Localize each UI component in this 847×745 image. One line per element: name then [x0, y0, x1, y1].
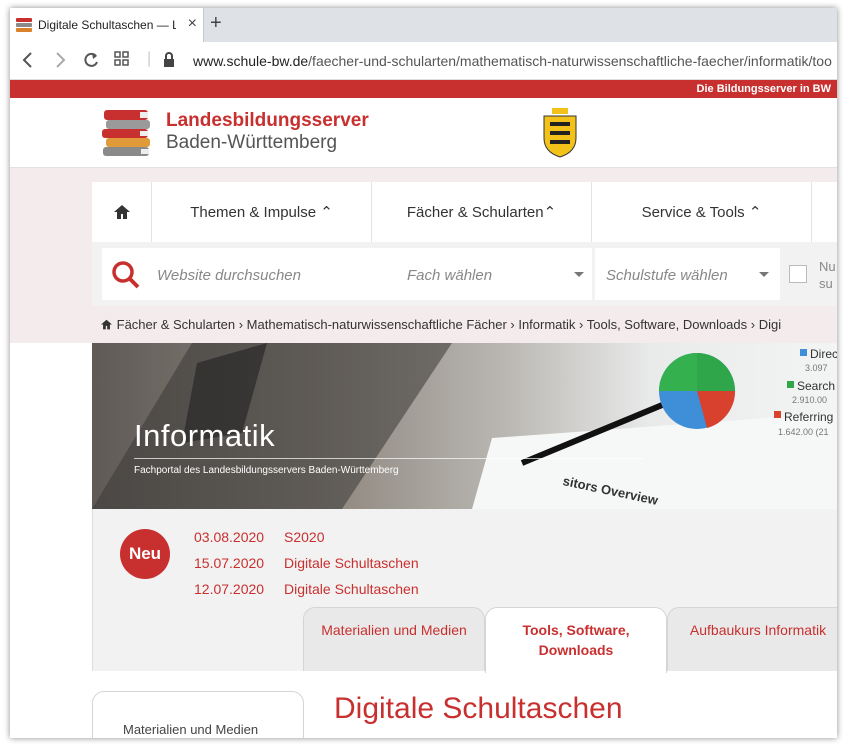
browser-tab[interactable]: Digitale Schultaschen — La ×	[10, 8, 204, 42]
hero-divider	[134, 458, 644, 459]
main-nav: Themen & Impulse ⌃ Fächer & Schularten⌃ …	[92, 182, 837, 242]
browser-window: Digitale Schultaschen — La × + | www.sch…	[10, 8, 837, 738]
back-icon[interactable]	[20, 51, 36, 72]
checkbox-label: Nu su	[819, 258, 836, 292]
checkbox-label-line1: Nu	[819, 259, 836, 274]
book-stack-icon[interactable]	[100, 108, 156, 163]
news-title[interactable]: Digitale Schultaschen	[284, 581, 419, 597]
subject-select-value: Fach wählen	[407, 267, 493, 284]
legend-value-2: 2.910.00	[792, 395, 828, 405]
news-item[interactable]: 03.08.2020 S2020	[194, 529, 324, 545]
news-item[interactable]: 15.07.2020 Digitale Schultaschen	[194, 555, 419, 571]
coat-of-arms-icon	[540, 108, 580, 163]
tab-title: Digitale Schultaschen — La	[38, 18, 176, 32]
hero-banner: Direc 3.097 Search 2.910.00 Referring 1.…	[92, 343, 837, 509]
home-icon[interactable]	[92, 182, 152, 242]
site-subtitle: Baden-Württemberg	[166, 132, 338, 153]
legend-value-3: 1.642.00 (21	[778, 427, 829, 437]
news-date: 03.08.2020	[194, 529, 265, 545]
sidebar-menu: Materialien und Medien	[92, 691, 304, 738]
nav-faecher-schularten[interactable]: Fächer & Schularten⌃	[372, 182, 592, 242]
chevron-down-icon	[574, 272, 584, 277]
hero-subtitle: Fachportal des Landesbildungsservers Bad…	[134, 465, 399, 476]
checkbox-label-line2: su	[819, 276, 833, 291]
top-strip: Die Bildungsserver in BW	[10, 80, 837, 98]
news-title[interactable]: S2020	[284, 529, 324, 545]
breadcrumb-text[interactable]: Fächer & Schularten › Mathematisch-natur…	[117, 317, 781, 332]
sidebar-item-materialien[interactable]: Materialien und Medien	[123, 722, 258, 737]
news-title[interactable]: Digitale Schultaschen	[284, 555, 419, 571]
url-path: /faecher-und-schularten/mathematisch-nat…	[308, 53, 832, 69]
apps-icon[interactable]	[114, 51, 130, 70]
new-badge: Neu	[120, 529, 170, 579]
subject-select[interactable]: Fach wählen	[398, 248, 592, 300]
legend-label-1: Direc	[810, 347, 837, 361]
url-field[interactable]: www.schule-bw.de/faecher-und-schularten/…	[193, 53, 832, 69]
favicon-book-icon	[16, 18, 32, 32]
forward-icon[interactable]	[52, 51, 68, 72]
search-icon[interactable]	[111, 260, 141, 295]
site-header: Landesbildungsserver Baden-Württemberg	[10, 98, 837, 168]
reload-icon[interactable]	[82, 51, 100, 72]
news-item[interactable]: 12.07.2020 Digitale Schultaschen	[194, 581, 419, 597]
level-select[interactable]: Schulstufe wählen	[595, 248, 780, 300]
lock-icon[interactable]	[162, 51, 176, 72]
news-date: 15.07.2020	[194, 555, 265, 571]
toolbar-divider: |	[147, 50, 152, 67]
url-host: www.schule-bw.de	[193, 53, 309, 69]
page-title: Digitale Schultaschen	[334, 692, 623, 725]
site-title[interactable]: Landesbildungsserver	[166, 110, 369, 132]
news-date: 12.07.2020	[194, 581, 265, 597]
legend-label-3: Referring	[784, 410, 834, 424]
new-tab-button[interactable]: +	[210, 12, 222, 35]
tab-bar: Digitale Schultaschen — La × +	[10, 8, 837, 42]
tab-materialien-medien[interactable]: Materialien und Medien	[303, 607, 485, 671]
address-toolbar: | www.schule-bw.de/faecher-und-schularte…	[10, 42, 837, 80]
tab-aufbaukurs-informatik[interactable]: Aufbaukurs Informatik	[667, 607, 837, 671]
level-select-value: Schulstufe wählen	[606, 267, 728, 284]
legend-value-1: 3.097	[805, 363, 828, 373]
filter-checkbox[interactable]	[789, 265, 807, 283]
legend-label-2: Search	[797, 379, 836, 393]
breadcrumb: Fächer & Schularten › Mathematisch-natur…	[100, 317, 781, 332]
search-placeholder: Website durchsuchen	[157, 267, 301, 284]
hero-title: Informatik	[134, 418, 276, 453]
tab-tools-software-downloads[interactable]: Tools, Software, Downloads	[485, 607, 667, 673]
home-icon[interactable]	[100, 317, 113, 332]
search-bar: Website durchsuchen Fach wählen Schulstu…	[92, 242, 837, 306]
bildungsserver-link[interactable]: Die Bildungsserver in BW	[697, 83, 831, 95]
chevron-down-icon	[759, 272, 769, 277]
close-tab-icon[interactable]: ×	[188, 16, 197, 32]
nav-service-tools[interactable]: Service & Tools ⌃	[592, 182, 812, 242]
nav-themen-impulse[interactable]: Themen & Impulse ⌃	[152, 182, 372, 242]
